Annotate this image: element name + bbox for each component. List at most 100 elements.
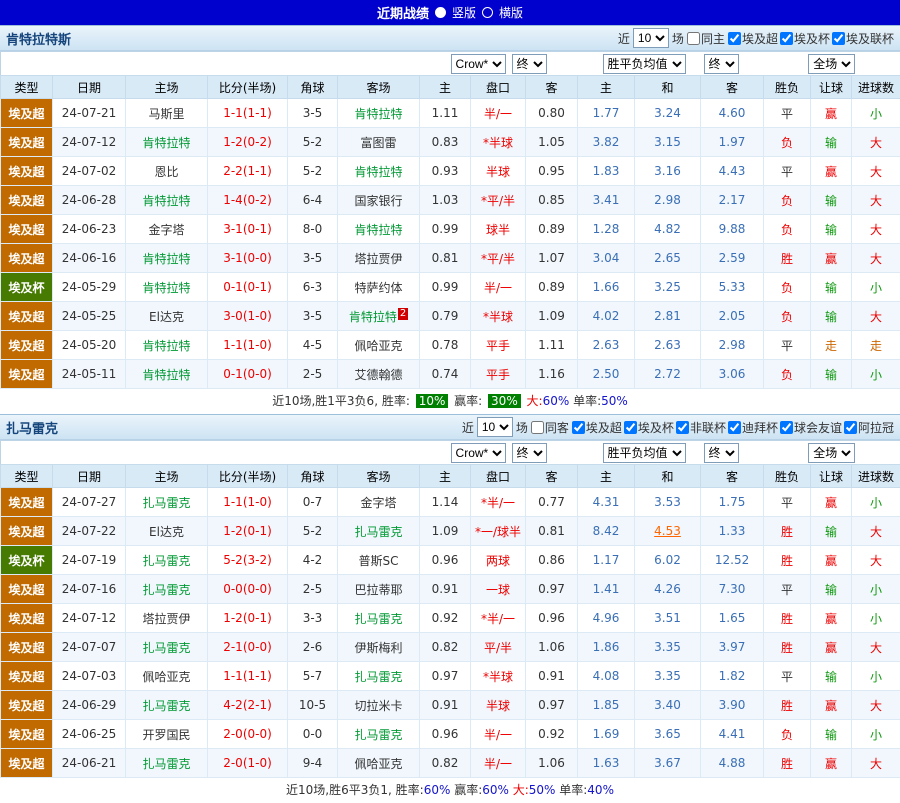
home-team-cell[interactable]: 扎马雷克 <box>126 633 208 662</box>
team-link[interactable]: 扎马雷克 <box>142 641 190 655</box>
away-team-cell[interactable]: 扎马雷克 <box>338 720 420 749</box>
away-team-cell[interactable]: 金字塔 <box>338 488 420 517</box>
team-link[interactable]: 特萨约体 <box>355 281 403 295</box>
home-team-cell[interactable]: 扎马雷克 <box>126 488 208 517</box>
league-checkbox[interactable] <box>832 32 845 45</box>
team-link[interactable]: 扎马雷克 <box>355 670 403 684</box>
away-team-cell[interactable]: 巴拉蒂耶 <box>338 575 420 604</box>
odds-company-select[interactable]: Crow* <box>451 443 506 463</box>
team-link[interactable]: 肯特拉特 <box>355 223 403 237</box>
team-link[interactable]: 扎马雷克 <box>355 728 403 742</box>
team-link[interactable]: 扎马雷克 <box>355 525 403 539</box>
away-team-cell[interactable]: 佩哈亚克 <box>338 331 420 360</box>
team-link[interactable]: 艾德翰德 <box>355 368 403 382</box>
team-link[interactable]: 肯特拉特 <box>349 310 397 324</box>
home-team-cell[interactable]: 马斯里 <box>126 99 208 128</box>
league-checkbox[interactable] <box>780 421 793 434</box>
home-team-cell[interactable]: 恩比 <box>126 157 208 186</box>
horizontal-layout-label[interactable]: 横版 <box>499 4 523 21</box>
home-team-cell[interactable]: 开罗国民 <box>126 720 208 749</box>
home-team-cell[interactable]: 肯特拉特 <box>126 273 208 302</box>
team-link[interactable]: 扎马雷克 <box>142 757 190 771</box>
team-link[interactable]: 佩哈亚克 <box>355 339 403 353</box>
team-name[interactable]: 肯特拉特斯 <box>6 29 71 48</box>
vertical-layout-radio[interactable] <box>435 7 446 18</box>
team-name[interactable]: 扎马雷克 <box>6 418 58 437</box>
team-link[interactable]: 塔拉贾伊 <box>142 612 190 626</box>
league-filter[interactable]: 埃及超 <box>572 419 622 436</box>
score-cell[interactable]: 2-0(0-0) <box>208 720 288 749</box>
team-link[interactable]: 扎马雷克 <box>142 583 190 597</box>
away-team-cell[interactable]: 富图雷 <box>338 128 420 157</box>
team-link[interactable]: 佩哈亚克 <box>142 670 190 684</box>
team-link[interactable]: 普斯SC <box>359 554 399 568</box>
away-team-cell[interactable]: 肯特拉特 <box>338 157 420 186</box>
home-team-cell[interactable]: 肯特拉特 <box>126 360 208 389</box>
team-link[interactable]: 肯特拉特 <box>142 252 190 266</box>
odds-time-select[interactable]: 终 <box>512 443 547 463</box>
team-link[interactable]: 肯特拉特 <box>355 165 403 179</box>
league-checkbox[interactable] <box>844 421 857 434</box>
away-team-cell[interactable]: 切拉米卡 <box>338 691 420 720</box>
team-link[interactable]: 肯特拉特 <box>142 194 190 208</box>
league-filter[interactable]: 埃及杯 <box>624 419 674 436</box>
home-team-cell[interactable]: El达克 <box>126 517 208 546</box>
away-team-cell[interactable]: 特萨约体 <box>338 273 420 302</box>
team-link[interactable]: 肯特拉特 <box>142 339 190 353</box>
team-link[interactable]: 伊斯梅利 <box>355 641 403 655</box>
league-checkbox[interactable] <box>676 421 689 434</box>
team-link[interactable]: 肯特拉特 <box>142 368 190 382</box>
score-cell[interactable]: 3-1(0-1) <box>208 215 288 244</box>
team-link[interactable]: 扎马雷克 <box>142 496 190 510</box>
league-checkbox[interactable] <box>572 421 585 434</box>
team-link[interactable]: 肯特拉特 <box>142 136 190 150</box>
score-cell[interactable]: 1-1(1-0) <box>208 331 288 360</box>
avg-type-select[interactable]: 胜平负均值 <box>603 54 686 74</box>
away-team-cell[interactable]: 普斯SC <box>338 546 420 575</box>
away-team-cell[interactable]: 扎马雷克 <box>338 604 420 633</box>
home-team-cell[interactable]: 金字塔 <box>126 215 208 244</box>
league-checkbox[interactable] <box>728 421 741 434</box>
away-team-cell[interactable]: 扎马雷克 <box>338 662 420 691</box>
match-count-select[interactable]: 10 <box>477 417 513 437</box>
league-checkbox[interactable] <box>780 32 793 45</box>
scope-select[interactable]: 全场 <box>808 54 855 74</box>
avg-time-select[interactable]: 终 <box>704 54 739 74</box>
score-cell[interactable]: 1-1(1-0) <box>208 488 288 517</box>
vertical-layout-label[interactable]: 竖版 <box>452 4 476 21</box>
team-link[interactable]: 富图雷 <box>361 136 397 150</box>
score-cell[interactable]: 3-0(1-0) <box>208 302 288 331</box>
score-cell[interactable]: 0-1(0-1) <box>208 273 288 302</box>
avg-type-select[interactable]: 胜平负均值 <box>603 443 686 463</box>
score-cell[interactable]: 3-1(0-0) <box>208 244 288 273</box>
away-team-cell[interactable]: 塔拉贾伊 <box>338 244 420 273</box>
same-venue-checkbox[interactable] <box>531 421 544 434</box>
home-team-cell[interactable]: 肯特拉特 <box>126 186 208 215</box>
away-team-cell[interactable]: 国家银行 <box>338 186 420 215</box>
team-link[interactable]: 肯特拉特 <box>355 107 403 121</box>
score-cell[interactable]: 2-0(1-0) <box>208 749 288 778</box>
away-team-cell[interactable]: 艾德翰德 <box>338 360 420 389</box>
league-filter[interactable]: 非联杯 <box>676 419 726 436</box>
team-link[interactable]: 金字塔 <box>361 496 397 510</box>
team-link[interactable]: 肯特拉特 <box>142 281 190 295</box>
avg-time-select[interactable]: 终 <box>704 443 739 463</box>
score-cell[interactable]: 0-0(0-0) <box>208 575 288 604</box>
team-link[interactable]: 国家银行 <box>355 194 403 208</box>
team-link[interactable]: 开罗国民 <box>142 728 190 742</box>
home-team-cell[interactable]: El达克 <box>126 302 208 331</box>
score-cell[interactable]: 0-1(0-0) <box>208 360 288 389</box>
team-link[interactable]: 巴拉蒂耶 <box>355 583 403 597</box>
score-cell[interactable]: 2-1(0-0) <box>208 633 288 662</box>
home-team-cell[interactable]: 扎马雷克 <box>126 546 208 575</box>
team-link[interactable]: El达克 <box>149 525 184 539</box>
home-team-cell[interactable]: 佩哈亚克 <box>126 662 208 691</box>
league-filter[interactable]: 球会友谊 <box>780 419 842 436</box>
team-link[interactable]: 马斯里 <box>148 107 184 121</box>
team-link[interactable]: 恩比 <box>154 165 178 179</box>
same-venue-filter[interactable]: 同客 <box>531 419 569 436</box>
same-venue-filter[interactable]: 同主 <box>687 30 725 47</box>
horizontal-layout-radio[interactable] <box>482 7 493 18</box>
score-cell[interactable]: 1-1(1-1) <box>208 662 288 691</box>
team-link[interactable]: 塔拉贾伊 <box>355 252 403 266</box>
